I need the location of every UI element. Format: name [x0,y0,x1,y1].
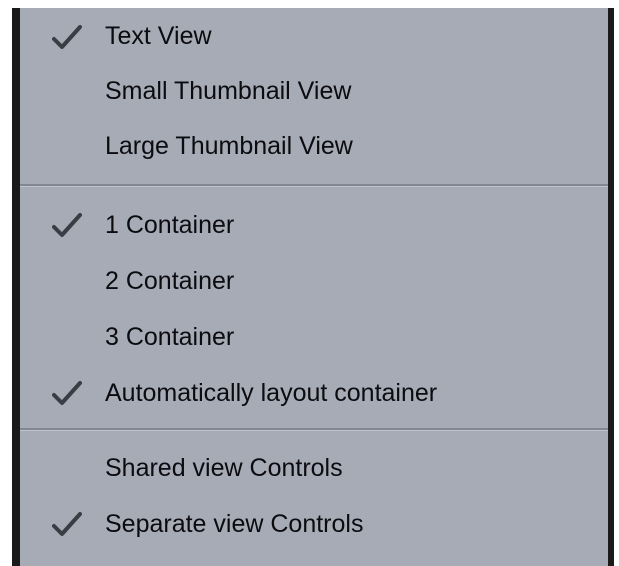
checkmark-icon [50,210,84,240]
menu-separator [20,428,608,431]
menu-item-separate-view-controls[interactable]: Separate view Controls [20,496,608,552]
menu-item-label: Separate view Controls [105,509,364,538]
menu-item-label: Small Thumbnail View [105,77,352,105]
menu-item-label: 3 Container [105,322,235,351]
menu-item-1-container[interactable]: 1 Container [20,197,608,253]
menu-item-auto-layout-container[interactable]: Automatically layout container [20,365,608,421]
menu-section-view-mode: Text View Small Thumbnail View Large Thu… [20,8,608,174]
menu-item-3-container[interactable]: 3 Container [20,309,608,365]
menu-item-small-thumbnail-view[interactable]: Small Thumbnail View [20,64,608,119]
checkmark-icon [50,509,84,539]
menu-item-text-view[interactable]: Text View [20,9,608,64]
menu-item-label: 2 Container [105,266,235,295]
menu-item-2-container[interactable]: 2 Container [20,253,608,309]
menu-item-label: Automatically layout container [105,378,438,407]
menu-item-label: 1 Container [105,210,235,239]
menu-item-label: Large Thumbnail View [105,132,353,160]
menu-item-label: Shared view Controls [105,453,343,482]
menu-section-view-controls: Shared view Controls Separate view Contr… [20,440,608,552]
menu-separator [20,184,608,187]
menu-item-shared-view-controls[interactable]: Shared view Controls [20,440,608,496]
view-options-menu: Text View Small Thumbnail View Large Thu… [12,8,614,566]
menu-item-label: Text View [105,22,212,50]
checkmark-icon [50,378,84,408]
menu-section-containers: 1 Container 2 Container 3 Container Auto… [20,197,608,421]
menu-item-large-thumbnail-view[interactable]: Large Thumbnail View [20,119,608,174]
checkmark-icon [50,22,84,52]
